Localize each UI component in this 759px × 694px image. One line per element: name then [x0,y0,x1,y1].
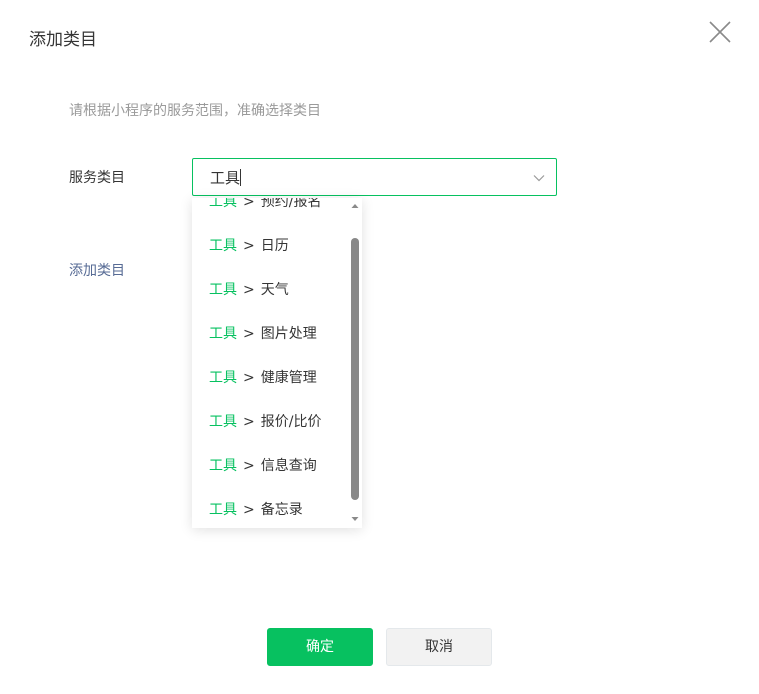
search-value: 工具 [210,169,241,187]
close-icon [709,21,731,43]
dropdown-option[interactable]: 工具 > 报价/比价 [192,400,348,444]
option-match-highlight: 工具 [209,238,237,254]
dropdown-option[interactable]: 工具 > 图片处理 [192,312,348,356]
dropdown-list: 工具 > 预约/报名 工具 > 日历 工具 > 天气 工具 > 图片处理 工具 > 健康管理 工具 > 报价/比价… [192,198,348,528]
scroll-up-arrow-icon[interactable] [351,202,359,210]
dropdown-option[interactable]: 工具 > 日历 [192,224,348,268]
option-separator: > [243,198,255,210]
add-category-dialog: 添加类目 请根据小程序的服务范围，准确选择类目 服务类目 工具 添加类目 工具 >… [0,0,759,694]
option-match-highlight: 工具 [209,326,237,342]
option-label: 信息查询 [260,458,317,474]
dropdown-option[interactable]: 工具 > 备忘录 [192,488,348,528]
option-label: 备忘录 [260,502,303,518]
dropdown-option[interactable]: 工具 > 天气 [192,268,348,312]
option-separator: > [243,458,255,474]
option-label: 预约/报名 [260,198,322,210]
dropdown-option[interactable]: 工具 > 健康管理 [192,356,348,400]
category-search-input[interactable]: 工具 [210,159,510,195]
option-separator: > [243,282,255,298]
option-label: 健康管理 [260,370,317,386]
scrollbar-thumb[interactable] [351,238,359,500]
scroll-down-arrow-icon[interactable] [351,515,359,523]
option-label: 报价/比价 [260,414,322,430]
category-dropdown: 工具 > 预约/报名 工具 > 日历 工具 > 天气 工具 > 图片处理 工具 > 健康管理 工具 > 报价/比价… [192,198,362,528]
option-label: 图片处理 [260,326,317,342]
option-match-highlight: 工具 [209,370,237,386]
text-caret [240,169,242,186]
service-category-label: 服务类目 [69,170,125,186]
option-separator: > [243,238,255,254]
dropdown-scrollbar[interactable] [350,198,360,528]
dropdown-option[interactable]: 工具 > 预约/报名 [192,198,348,224]
option-label: 天气 [260,282,289,298]
option-match-highlight: 工具 [209,414,237,430]
dropdown-option[interactable]: 工具 > 信息查询 [192,444,348,488]
close-button[interactable] [708,20,732,44]
option-separator: > [243,370,255,386]
dialog-title: 添加类目 [29,30,97,50]
cancel-button[interactable]: 取消 [386,628,492,666]
option-separator: > [243,326,255,342]
chevron-down-icon[interactable] [532,171,546,185]
option-match-highlight: 工具 [209,458,237,474]
option-separator: > [243,502,255,518]
hint-text: 请根据小程序的服务范围，准确选择类目 [69,103,321,119]
option-label: 日历 [260,238,289,254]
confirm-button[interactable]: 确定 [267,628,373,666]
option-separator: > [243,414,255,430]
option-match-highlight: 工具 [209,502,237,518]
category-select[interactable]: 工具 [192,158,557,196]
option-match-highlight: 工具 [209,282,237,298]
add-category-link[interactable]: 添加类目 [69,261,125,281]
option-match-highlight: 工具 [209,198,237,210]
